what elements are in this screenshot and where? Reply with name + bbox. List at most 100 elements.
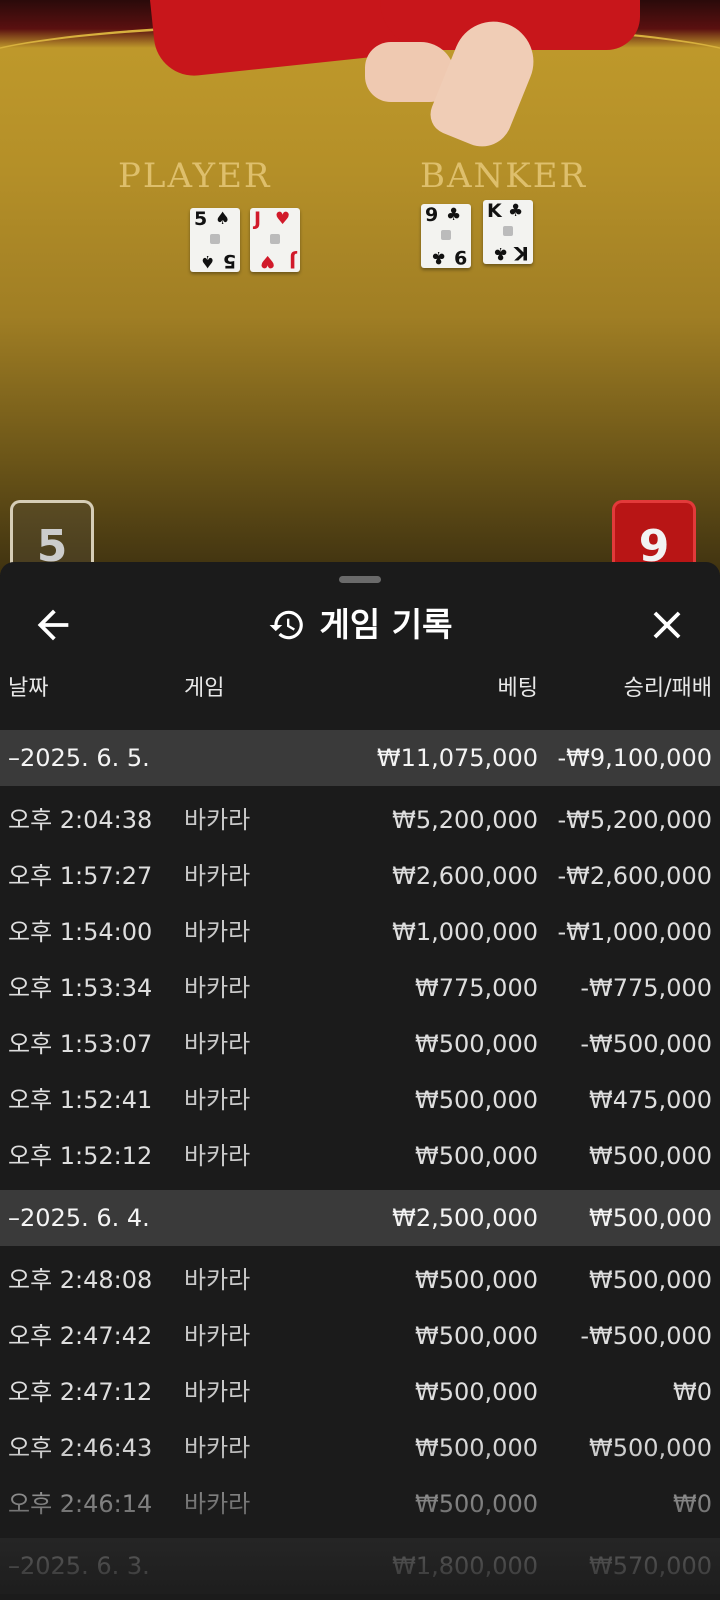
row-bet: ₩2,600,000 (392, 862, 538, 890)
row-time: 오후 2:04:38 (8, 806, 153, 834)
row-win-loss: ₩500,000 (589, 1142, 712, 1170)
history-icon (269, 610, 303, 640)
history-row[interactable]: 오후 2:48:08 바카라 ₩500,000 ₩500,000 (0, 1252, 720, 1308)
history-row[interactable]: 오후 1:52:12 바카라 ₩500,000 ₩500,000 (0, 1128, 720, 1184)
row-game: 바카라 (184, 1322, 251, 1350)
group-win-loss-total: ₩570,000 (589, 1552, 712, 1580)
row-win-loss: ₩0 (673, 1378, 712, 1406)
row-time: 오후 2:46:14 (8, 1490, 153, 1518)
row-bet: ₩5,200,000 (392, 806, 538, 834)
card-suit-icon: ♠ (215, 209, 231, 229)
card-center (441, 230, 451, 240)
row-game: 바카라 (184, 1378, 251, 1406)
row-time: 오후 2:47:12 (8, 1378, 153, 1406)
row-bet: ₩500,000 (415, 1086, 538, 1114)
column-header-bet[interactable]: 베팅 (498, 670, 538, 702)
column-header-game[interactable]: 게임 (184, 670, 224, 702)
row-win-loss: ₩500,000 (589, 1266, 712, 1294)
card-center (210, 234, 220, 244)
banker-card: 9 ♣ 9 ♣ (421, 204, 471, 268)
row-game: 바카라 (184, 1266, 251, 1294)
row-bet: ₩500,000 (415, 1266, 538, 1294)
history-row[interactable]: 오후 2:46:14 바카라 ₩500,000 ₩0 (0, 1476, 720, 1532)
group-date: –2025. 6. 5. (8, 744, 150, 772)
history-row[interactable]: 오후 1:53:34 바카라 ₩775,000 -₩775,000 (0, 960, 720, 1016)
row-bet: ₩500,000 (415, 1434, 538, 1462)
card-suit-bottom-icon: ♣ (430, 247, 446, 267)
row-game: 바카라 (184, 974, 251, 1002)
row-win-loss: -₩1,000,000 (557, 918, 712, 946)
back-arrow-icon[interactable] (30, 602, 76, 648)
row-time: 오후 2:46:43 (8, 1434, 153, 1462)
row-game: 바카라 (184, 918, 251, 946)
row-bet: ₩500,000 (415, 1490, 538, 1518)
row-bet: ₩1,000,000 (392, 918, 538, 946)
row-bet: ₩500,000 (415, 1142, 538, 1170)
game-history-sheet: 게임 기록 날짜 게임 베팅 승리/패배 –2025. 6. 5. ₩11,075… (0, 562, 720, 1600)
row-win-loss: -₩2,600,000 (557, 862, 712, 890)
row-win-loss: -₩500,000 (580, 1322, 712, 1350)
history-row[interactable]: 오후 2:46:43 바카라 ₩500,000 ₩500,000 (0, 1420, 720, 1476)
row-bet: ₩500,000 (415, 1030, 538, 1058)
row-win-loss: ₩0 (673, 1490, 712, 1518)
card-suit-bottom-icon: ♠ (199, 251, 215, 271)
row-win-loss: ₩500,000 (589, 1434, 712, 1462)
card-suit-icon: ♣ (446, 205, 462, 225)
row-game: 바카라 (184, 862, 251, 890)
sheet-drag-handle[interactable] (339, 576, 381, 583)
row-time: 오후 1:54:00 (8, 918, 153, 946)
history-row[interactable]: 오후 2:47:42 바카라 ₩500,000 -₩500,000 (0, 1308, 720, 1364)
table-header: 날짜 게임 베팅 승리/패배 (0, 670, 720, 718)
history-row[interactable]: 오후 1:52:41 바카라 ₩500,000 ₩475,000 (0, 1072, 720, 1128)
group-date: –2025. 6. 4. (8, 1204, 150, 1232)
group-date: –2025. 6. 3. (8, 1552, 150, 1580)
group-bet-total: ₩2,500,000 (392, 1204, 538, 1232)
card-rank-bottom: 9 (453, 246, 467, 268)
date-group-row[interactable]: –2025. 6. 4. ₩2,500,000 ₩500,000 (0, 1190, 720, 1246)
close-icon[interactable] (644, 602, 690, 648)
card-rank: 9 (425, 204, 439, 226)
history-row[interactable]: 오후 1:53:07 바카라 ₩500,000 -₩500,000 (0, 1016, 720, 1072)
history-row[interactable]: 오후 1:57:27 바카라 ₩2,600,000 -₩2,600,000 (0, 848, 720, 904)
row-game: 바카라 (184, 1142, 251, 1170)
player-card: 5 ♠ 5 ♠ (190, 208, 240, 272)
history-row[interactable]: 오후 2:47:12 바카라 ₩500,000 ₩0 (0, 1364, 720, 1420)
row-bet: ₩500,000 (415, 1378, 538, 1406)
card-rank: K (487, 200, 502, 222)
sheet-title: 게임 기록 (0, 590, 720, 660)
row-win-loss: -₩500,000 (580, 1030, 712, 1058)
card-suit-bottom-icon: ♣ (492, 243, 508, 263)
row-time: 오후 1:53:07 (8, 1030, 153, 1058)
group-bet-total: ₩1,800,000 (392, 1552, 538, 1580)
row-game: 바카라 (184, 1434, 251, 1462)
card-center (270, 234, 280, 244)
player-card: J ♥ J ♥ (250, 208, 300, 272)
date-group-row[interactable]: –2025. 6. 3. ₩1,800,000 ₩570,000 (0, 1538, 720, 1594)
player-table-label: PLAYER (118, 156, 272, 196)
row-time: 오후 1:52:41 (8, 1086, 153, 1114)
card-rank: J (254, 208, 262, 230)
row-game: 바카라 (184, 1030, 251, 1058)
column-header-win-loss[interactable]: 승리/패배 (624, 670, 712, 702)
row-game: 바카라 (184, 1490, 251, 1518)
date-group-row[interactable]: –2025. 6. 5. ₩11,075,000 -₩9,100,000 (0, 730, 720, 786)
row-time: 오후 1:57:27 (8, 862, 153, 890)
row-win-loss: -₩5,200,000 (557, 806, 712, 834)
banker-table-label: BANKER (420, 156, 588, 196)
history-row[interactable]: 오후 1:54:00 바카라 ₩1,000,000 -₩1,000,000 (0, 904, 720, 960)
row-time: 오후 1:52:12 (8, 1142, 153, 1170)
history-row[interactable]: 오후 2:04:38 바카라 ₩5,200,000 -₩5,200,000 (0, 792, 720, 848)
history-list: –2025. 6. 5. ₩11,075,000 -₩9,100,000 오후 2:0… (0, 730, 720, 1594)
row-bet: ₩500,000 (415, 1322, 538, 1350)
card-rank: 5 (194, 208, 208, 230)
card-rank-bottom: K (514, 242, 529, 264)
column-header-date[interactable]: 날짜 (8, 670, 48, 702)
row-win-loss: -₩775,000 (580, 974, 712, 1002)
sheet-title-text: 게임 기록 (319, 605, 453, 644)
row-time: 오후 2:48:08 (8, 1266, 153, 1294)
row-time: 오후 2:47:42 (8, 1322, 153, 1350)
row-bet: ₩775,000 (415, 974, 538, 1002)
group-bet-total: ₩11,075,000 (376, 744, 538, 772)
card-center (503, 226, 513, 236)
card-rank-bottom: 5 (222, 250, 236, 272)
